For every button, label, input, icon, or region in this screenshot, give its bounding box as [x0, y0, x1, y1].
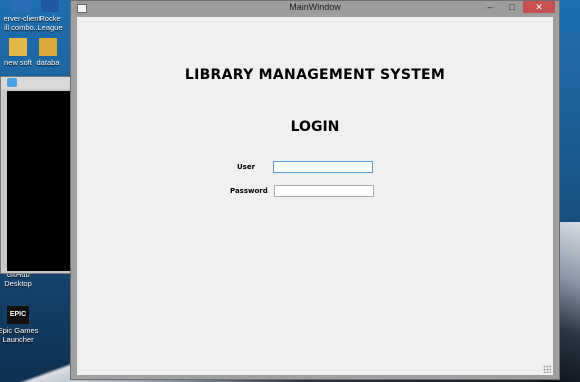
window-titlebar[interactable]: MainWindow – □ ✕ — [71, 1, 559, 15]
login-heading: LOGIN — [290, 119, 340, 135]
main-window: MainWindow – □ ✕ LIBRARY MANAGEMENT SYST… — [70, 0, 560, 380]
user-input[interactable] — [273, 161, 373, 173]
app-icon — [41, 0, 59, 12]
password-label: Password — [230, 187, 268, 195]
background-window[interactable] — [0, 76, 74, 274]
maximize-button[interactable]: □ — [501, 1, 523, 13]
user-label: User — [237, 163, 256, 171]
password-input[interactable] — [274, 185, 374, 197]
background-window-titlebar[interactable] — [1, 77, 73, 89]
file-icon — [39, 38, 57, 56]
resize-grip[interactable] — [543, 365, 551, 373]
minimize-button[interactable]: – — [479, 1, 501, 13]
epic-games-icon: EPIC — [7, 306, 29, 324]
window-client-area: LIBRARY MANAGEMENT SYSTEM LOGIN User Pas… — [77, 17, 553, 375]
app-heading: LIBRARY MANAGEMENT SYSTEM — [184, 67, 446, 83]
desktop-icon-epic-games[interactable]: EPIC Epic Games Launcher — [0, 306, 54, 344]
background-window-content — [7, 91, 71, 271]
desktop-icon-label: databa — [36, 58, 60, 67]
desktop-icon-database[interactable]: databa — [24, 38, 72, 67]
desktop-icon-label: Epic Games Launcher — [0, 326, 39, 344]
close-button[interactable]: ✕ — [523, 1, 555, 13]
desktop-icon-label: Rocke League — [37, 14, 63, 32]
desktop-icon-rocket-league[interactable]: Rocke League — [26, 0, 74, 32]
app-icon — [7, 78, 17, 87]
